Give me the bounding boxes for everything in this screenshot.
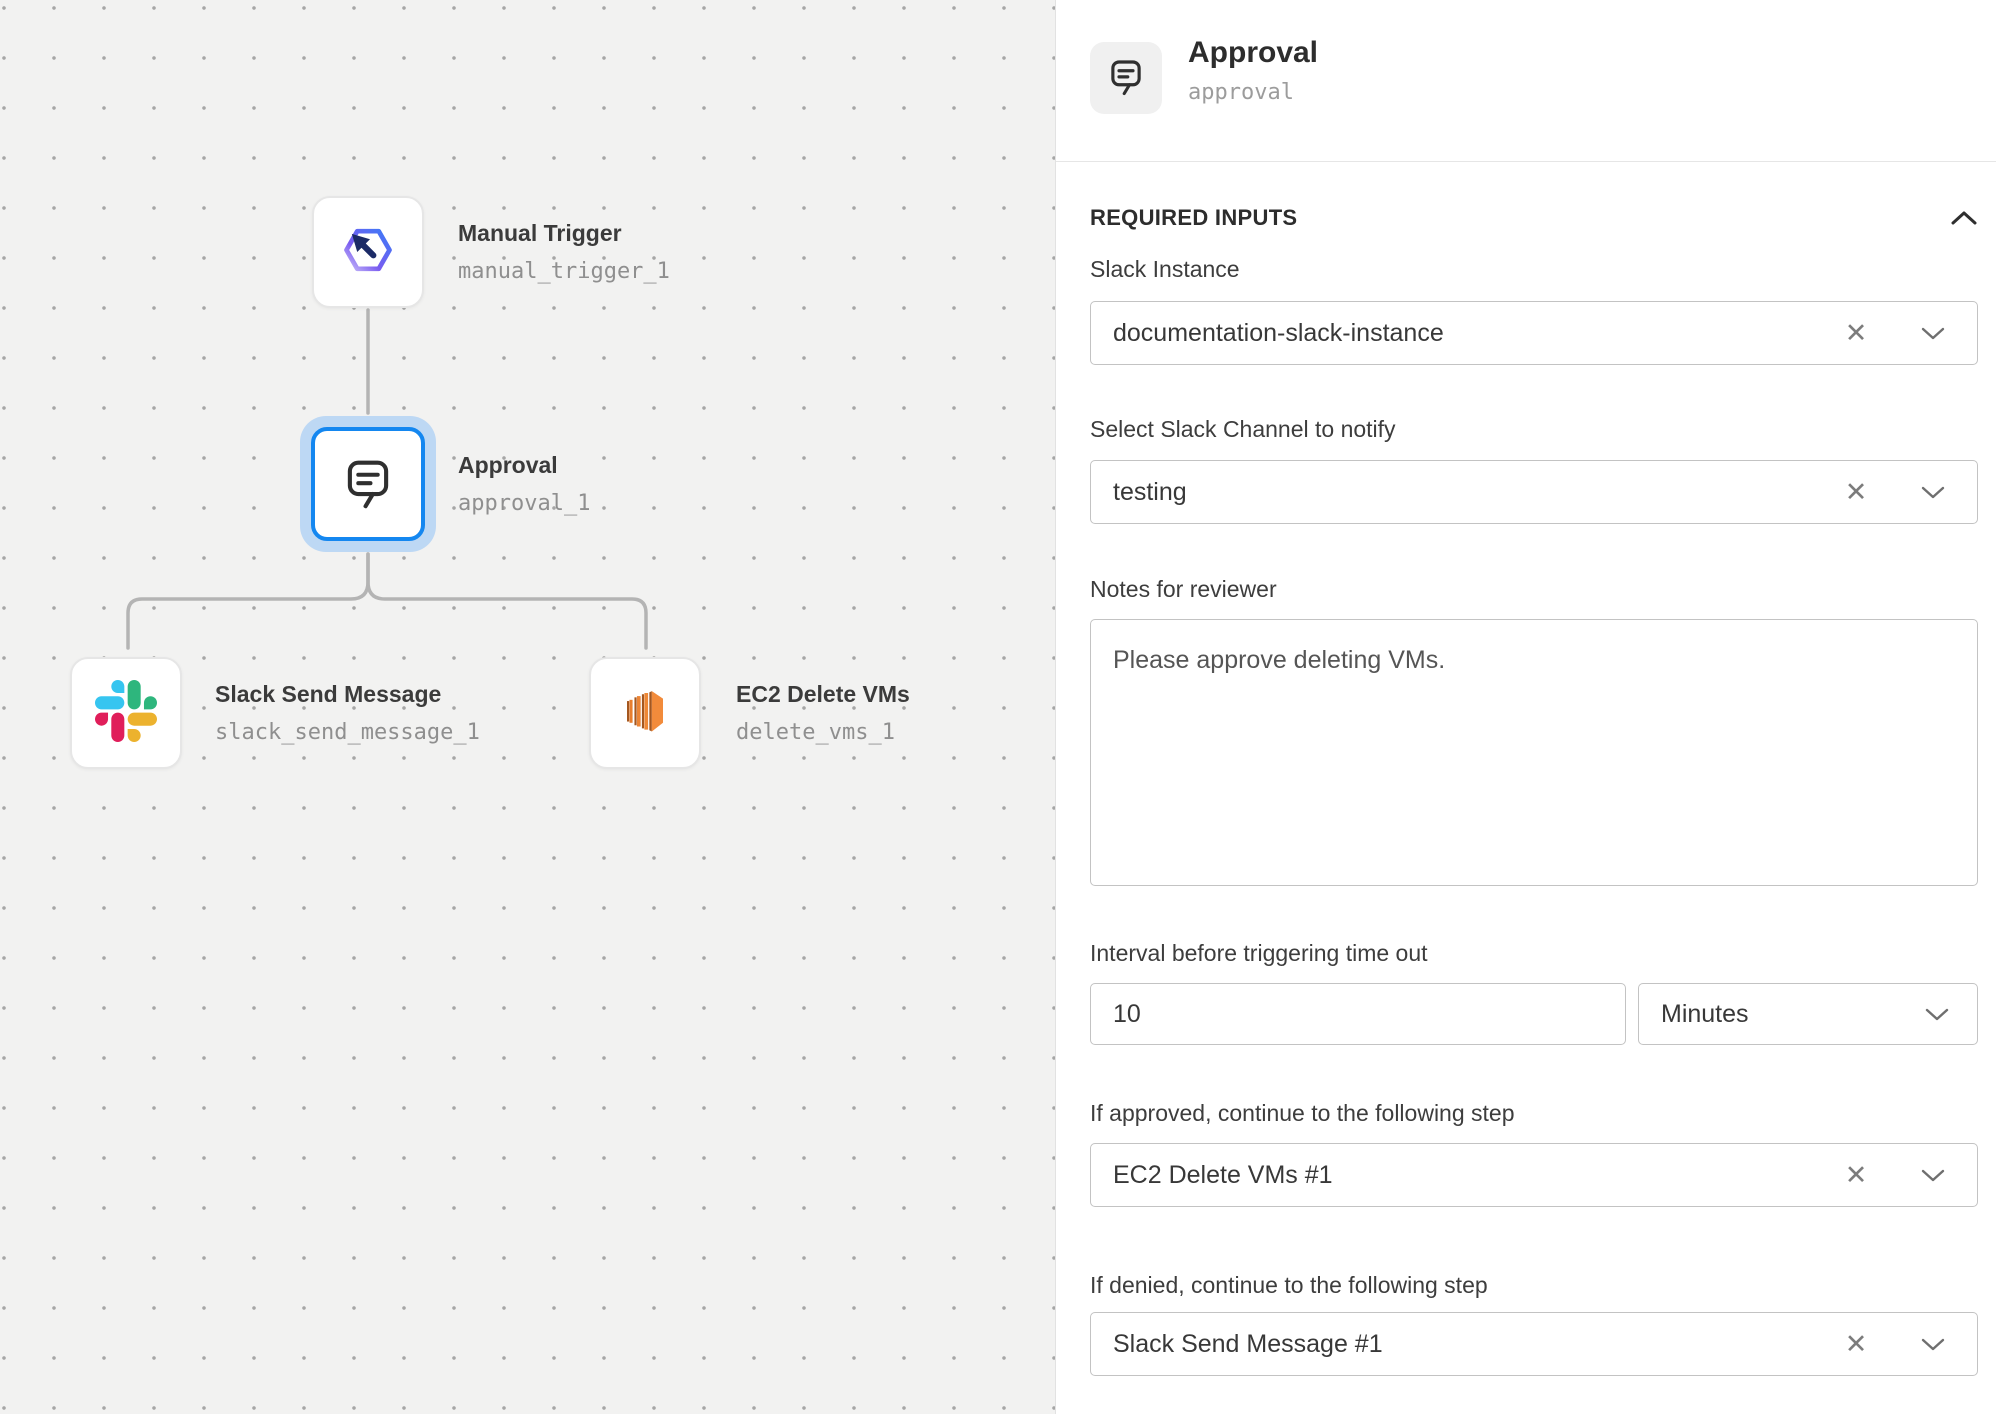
slack-instance-combobox[interactable]: documentation-slack-instance ✕: [1090, 301, 1978, 365]
slack-channel-combobox[interactable]: testing ✕: [1090, 460, 1978, 524]
manual-trigger-icon: [329, 211, 407, 294]
approval-chat-icon: [1105, 55, 1147, 102]
slack-instance-label: Slack Instance: [1090, 256, 1978, 283]
panel-step-icon-box: [1090, 42, 1162, 114]
interval-unit-value: Minutes: [1661, 1000, 1925, 1029]
required-inputs-section-header[interactable]: REQUIRED INPUTS: [1090, 200, 1978, 236]
clear-icon[interactable]: ✕: [1843, 479, 1869, 506]
if-approved-label: If approved, continue to the following s…: [1090, 1100, 1978, 1127]
notes-label: Notes for reviewer: [1090, 576, 1978, 603]
clear-icon[interactable]: ✕: [1843, 1162, 1869, 1189]
slack-instance-value: documentation-slack-instance: [1113, 319, 1843, 348]
node-id: slack_send_message_1: [215, 720, 480, 745]
chevron-down-icon[interactable]: [1921, 486, 1945, 499]
interval-unit-select[interactable]: Minutes: [1638, 983, 1978, 1045]
node-manual-trigger[interactable]: [312, 196, 424, 308]
interval-label: Interval before triggering time out: [1090, 940, 1978, 967]
node-title: Manual Trigger: [458, 220, 670, 247]
clear-icon[interactable]: ✕: [1843, 1331, 1869, 1358]
node-id: approval_1: [458, 491, 590, 516]
node-title: Slack Send Message: [215, 681, 480, 708]
workflow-canvas[interactable]: Manual Trigger manual_trigger_1 Approval…: [0, 0, 1055, 1414]
node-title: Approval: [458, 452, 590, 479]
node-approval[interactable]: [311, 427, 425, 541]
chevron-down-icon[interactable]: [1925, 1008, 1949, 1021]
notes-value: Please approve deleting VMs.: [1113, 646, 1445, 674]
chevron-down-icon[interactable]: [1921, 327, 1945, 340]
step-config-panel: Approval approval REQUIRED INPUTS Slack …: [1055, 0, 1996, 1414]
if-denied-combobox[interactable]: Slack Send Message #1 ✕: [1090, 1312, 1978, 1376]
slack-icon: [95, 680, 157, 747]
node-slack-send-message[interactable]: [70, 657, 182, 769]
interval-value-input[interactable]: 10: [1090, 983, 1626, 1045]
node-id: delete_vms_1: [736, 720, 910, 745]
slack-channel-value: testing: [1113, 478, 1843, 507]
if-denied-value: Slack Send Message #1: [1113, 1330, 1843, 1359]
node-ec2-delete-vms[interactable]: [589, 657, 701, 769]
node-approval-selection-halo: [300, 416, 436, 552]
panel-subtitle: approval: [1188, 80, 1294, 105]
if-denied-label: If denied, continue to the following ste…: [1090, 1272, 1978, 1299]
interval-value: 10: [1113, 1000, 1141, 1029]
node-id: manual_trigger_1: [458, 259, 670, 284]
if-approved-combobox[interactable]: EC2 Delete VMs #1 ✕: [1090, 1143, 1978, 1207]
clear-icon[interactable]: ✕: [1843, 320, 1869, 347]
panel-title: Approval: [1188, 36, 1318, 70]
section-title: REQUIRED INPUTS: [1090, 205, 1297, 231]
chevron-down-icon[interactable]: [1921, 1338, 1945, 1351]
node-title: EC2 Delete VMs: [736, 681, 910, 708]
header-divider: [1056, 161, 1996, 162]
chevron-up-icon[interactable]: [1950, 210, 1978, 226]
ec2-icon: [609, 675, 681, 752]
chevron-down-icon[interactable]: [1921, 1169, 1945, 1182]
workflow-editor: Manual Trigger manual_trigger_1 Approval…: [0, 0, 1996, 1414]
notes-textarea[interactable]: Please approve deleting VMs.: [1090, 619, 1978, 886]
slack-channel-label: Select Slack Channel to notify: [1090, 416, 1978, 443]
approval-chat-icon: [339, 453, 397, 516]
if-approved-value: EC2 Delete VMs #1: [1113, 1161, 1843, 1190]
